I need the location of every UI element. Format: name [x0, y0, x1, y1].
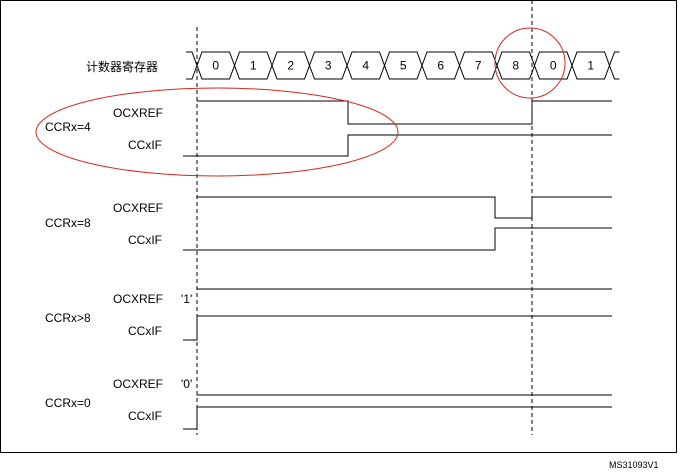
ccxif-label-ccr-0: CCxIF: [128, 409, 162, 423]
counter-cell-value: 5: [400, 59, 407, 73]
ccxif-label-ccr-4: CCxIF: [128, 138, 162, 152]
ocxref-label-ccr-4: OCXREF: [113, 106, 163, 120]
counter-cell-value: 4: [362, 59, 369, 73]
counter-register-label: 计数器寄存器: [86, 59, 158, 74]
counter-cell-value: 0: [550, 59, 557, 73]
forced-value-ccr-0: '0': [181, 377, 192, 391]
forced-value-ccr-gt-8: '1': [181, 292, 192, 306]
counter-cell-value: 8: [512, 59, 519, 73]
counter-cell-value: 1: [250, 59, 257, 73]
ocxref-label-ccr-gt-8: OCXREF: [113, 292, 163, 306]
ocxref-label-ccr-0: OCXREF: [113, 377, 163, 391]
ccxif-label-ccr-gt-8: CCxIF: [128, 324, 162, 338]
case-label-ccr-8: CCRx=8: [45, 216, 91, 230]
case-label-ccr-4: CCRx=4: [45, 120, 91, 134]
counter-cell-value: 6: [437, 59, 444, 73]
case-label-ccr-gt-8: CCRx>8: [45, 311, 91, 325]
case-label-ccr-0: CCRx=0: [45, 396, 91, 410]
ccxif-label-ccr-8: CCxIF: [128, 233, 162, 247]
counter-cell-value: 2: [287, 59, 294, 73]
counter-cell-value: 1: [587, 59, 594, 73]
counter-cell-value: 0: [212, 59, 219, 73]
figure-id: MS31093V1: [609, 460, 659, 470]
counter-cell-value: 7: [475, 59, 482, 73]
counter-cell-value: 3: [325, 59, 332, 73]
ocxref-label-ccr-8: OCXREF: [113, 201, 163, 215]
pwm-timing-diagram: 计数器寄存器 0 1 2 3 4 5 6 7 8 0 1 CCRx=4 OCXREF CCxIF C…: [0, 0, 677, 470]
